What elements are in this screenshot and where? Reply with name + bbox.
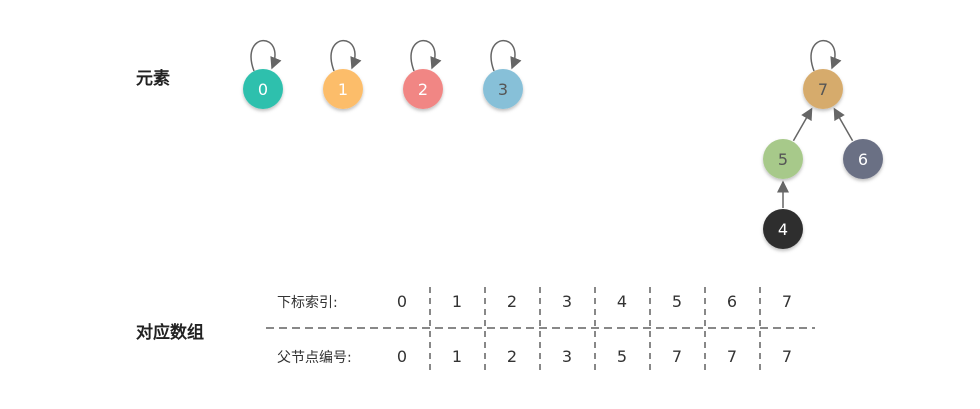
parent-cell: 1: [452, 347, 462, 366]
node-label-1: 1: [338, 80, 348, 99]
node-6: 6: [843, 139, 883, 179]
index-cell: 5: [672, 292, 682, 311]
nodes-layer: 0 1 2 3 7 5 6 4: [243, 69, 883, 249]
edges-layer: [250, 39, 854, 208]
self-loop-7: [810, 39, 842, 72]
parent-cell: 7: [727, 347, 737, 366]
index-cell: 3: [562, 292, 572, 311]
edge-6-to-7: [833, 107, 854, 142]
parent-cell: 2: [507, 347, 517, 366]
node-1: 1: [323, 69, 363, 109]
edge-5-to-7: [792, 107, 813, 142]
node-0: 0: [243, 69, 283, 109]
node-label-5: 5: [778, 150, 788, 169]
parent-cell: 7: [782, 347, 792, 366]
parent-cell: 7: [672, 347, 682, 366]
union-find-diagram: 0 1 2 3 7 5 6 4 0 1 2 3 4 5 6 7 0 1 2 3 5 7 7 7: [243, 39, 883, 370]
parent-cell: 0: [397, 347, 407, 366]
self-loop-1: [330, 39, 362, 72]
node-label-6: 6: [858, 150, 868, 169]
node-7: 7: [803, 69, 843, 109]
index-cell: 0: [397, 292, 407, 311]
array-table: 0 1 2 3 4 5 6 7 0 1 2 3 5 7 7 7: [266, 287, 815, 370]
parent-cell: 3: [562, 347, 572, 366]
parent-cell: 5: [617, 347, 627, 366]
node-4: 4: [763, 209, 803, 249]
node-label-0: 0: [258, 80, 268, 99]
self-loop-0: [250, 39, 282, 72]
index-cell: 6: [727, 292, 737, 311]
index-cell: 2: [507, 292, 517, 311]
node-label-4: 4: [778, 220, 788, 239]
self-loop-2: [410, 39, 442, 72]
node-label-2: 2: [418, 80, 428, 99]
self-loop-3: [490, 39, 522, 72]
index-cell: 7: [782, 292, 792, 311]
node-3: 3: [483, 69, 523, 109]
index-cell: 1: [452, 292, 462, 311]
index-cell: 4: [617, 292, 627, 311]
node-2: 2: [403, 69, 443, 109]
node-label-7: 7: [818, 80, 828, 99]
node-label-3: 3: [498, 80, 508, 99]
node-5: 5: [763, 139, 803, 179]
